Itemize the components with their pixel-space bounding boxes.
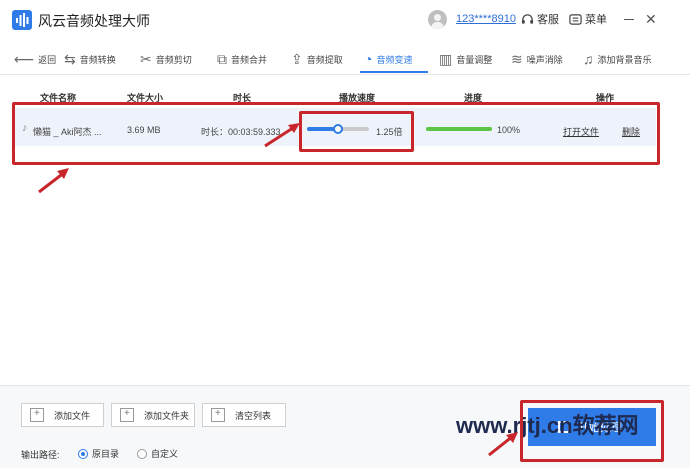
tab-label: 音频转换	[79, 54, 116, 65]
tab-label: 音频合并	[231, 54, 268, 65]
tab-label: 添加背景音乐	[597, 54, 652, 65]
arrow-left-icon: ⟵	[14, 51, 35, 67]
radio-dot	[78, 448, 88, 459]
tab-audio-convert[interactable]: ⇆ 音频转换	[64, 44, 116, 74]
scissors-icon: ✂	[140, 51, 152, 67]
close-button[interactable]: ✕	[645, 12, 657, 26]
noise-icon: ≋	[511, 51, 523, 67]
add-file-label: 添加文件	[54, 410, 91, 421]
volume-bars-icon: ▥	[439, 51, 453, 67]
clear-list-label: 清空列表	[235, 410, 272, 421]
add-folder-label: 添加文件夹	[144, 410, 190, 421]
support-button[interactable]: 客服	[521, 11, 559, 27]
user-id-link[interactable]: 123****8910	[456, 13, 516, 25]
support-label: 客服	[537, 14, 559, 26]
tab-audio-merge[interactable]: ⧉ 音频合并	[217, 44, 267, 74]
tab-audio-speed[interactable]: ◔ 音频变速	[364, 44, 412, 74]
tab-label: 音频剪切	[155, 54, 192, 65]
tab-audio-extract[interactable]: ⇪ 音频提取	[291, 44, 343, 74]
radio-label: 原目录	[92, 449, 120, 459]
tab-audio-cut[interactable]: ✂ 音频剪切	[140, 44, 192, 74]
music-note-icon: ♫	[583, 51, 594, 67]
tab-volume-adjust[interactable]: ▥ 音量调整	[439, 44, 492, 74]
annotation-start-box	[520, 400, 664, 462]
tab-noise-removal[interactable]: ≋ 噪声消除	[511, 44, 563, 74]
tab-label: 音频提取	[306, 54, 343, 65]
app-title: 风云音频处理大师	[38, 13, 150, 29]
minimize-button[interactable]	[624, 19, 634, 20]
back-label: 返回	[38, 54, 57, 65]
add-folder-icon	[120, 408, 134, 422]
title-bar: 风云音频处理大师 123****8910 客服 菜单 ✕	[0, 0, 690, 40]
annotation-arrow-icon	[38, 168, 69, 194]
annotation-arrow-icon	[488, 432, 518, 457]
add-folder-button[interactable]: 添加文件夹	[111, 403, 195, 427]
headset-icon	[521, 13, 534, 24]
menu-icon	[569, 13, 582, 25]
merge-icon: ⧉	[217, 51, 227, 67]
back-button[interactable]: ⟵ 返回	[14, 44, 56, 74]
tab-add-bgm[interactable]: ♫ 添加背景音乐	[583, 44, 652, 74]
toolbar: ⟵ 返回 ⇆ 音频转换 ✂ 音频剪切 ⧉ 音频合并 ⇪ 音频提取 ◔ 音频变速 …	[0, 44, 690, 74]
trash-icon	[211, 408, 225, 422]
speed-icon: ◔	[364, 51, 373, 67]
radio-custom-dir[interactable]: 自定义	[137, 447, 178, 460]
menu-button[interactable]: 菜单	[569, 11, 607, 27]
clear-list-button[interactable]: 清空列表	[202, 403, 286, 427]
annotation-arrow-icon	[264, 123, 300, 148]
convert-icon: ⇆	[64, 51, 76, 67]
menu-label: 菜单	[585, 14, 607, 26]
radio-original-dir[interactable]: 原目录	[78, 447, 119, 460]
annotation-speed-box	[299, 111, 414, 152]
add-file-button[interactable]: 添加文件	[21, 403, 104, 427]
app-logo-icon	[12, 10, 32, 30]
radio-dot	[137, 448, 147, 459]
tab-label: 音频变速	[376, 54, 413, 65]
extract-icon: ⇪	[291, 51, 303, 67]
output-path-label: 输出路径:	[21, 450, 60, 460]
toolbar-divider	[0, 74, 690, 75]
active-tab-indicator	[360, 71, 428, 73]
add-file-icon	[30, 408, 44, 422]
tab-label: 音量调整	[456, 54, 493, 65]
tab-label: 噪声消除	[526, 54, 563, 65]
radio-label: 自定义	[151, 449, 179, 459]
avatar[interactable]	[428, 10, 447, 29]
